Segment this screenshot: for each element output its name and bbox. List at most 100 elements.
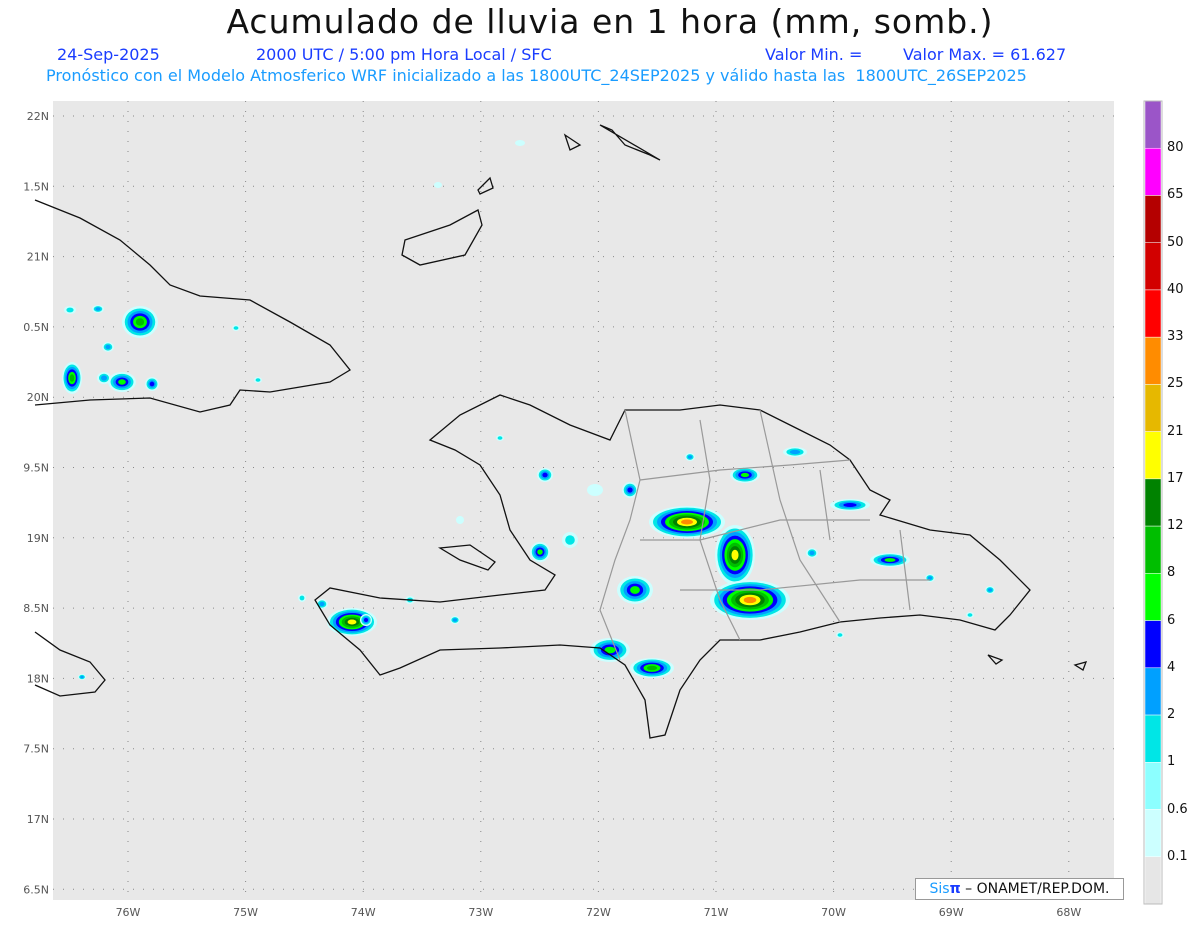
rain-contour [101,375,107,381]
lat-label: 21N [27,251,49,264]
max-value-label: Valor Max. = 61.627 [903,45,1067,64]
rain-contour [233,326,239,330]
lat-label: 0.5N [23,321,49,334]
colorbar-label: 2 [1167,707,1176,723]
time-label: 2000 UTC / 5:00 pm Hora Local / SFC [256,45,552,64]
colorbar-swatch [1144,289,1162,338]
lat-label: 8.5N [23,602,49,615]
min-value-label: Valor Min. = [765,45,863,64]
rain-contour [681,519,693,525]
colorbar-swatch [1144,856,1162,905]
colorbar-label: 0.6 [1167,801,1188,817]
rain-contour [542,472,548,478]
rainfall-map: 76W 75W 74W 73W 72W 71W 70W 69W 68W 22N 1.5N 21N 0.5… [23,100,1163,919]
rain-contour [884,558,896,562]
rain-contour [255,378,261,382]
lon-label: 68W [1056,906,1081,919]
rain-contour [843,503,857,507]
colorbar-swatch [1144,195,1162,243]
rain-contour [743,596,757,604]
colorbar-swatch [1144,336,1162,385]
colorbar-label: 80 [1167,140,1184,156]
rain-contour [319,601,325,607]
colorbar-swatch [1144,100,1162,149]
lon-label: 72W [586,906,611,919]
rain-contour [118,379,126,385]
rain-contour [967,613,973,617]
colorbar-label: 12 [1167,518,1184,534]
rain-contour [69,374,75,382]
colorbar-swatch [1144,147,1162,196]
lat-label: 7.5N [23,743,49,756]
lon-label: 69W [939,906,964,919]
lon-label: 71W [704,906,729,919]
colorbar-label: 65 [1167,187,1184,203]
rain-contour [66,307,74,313]
colorbar-swatch [1144,809,1162,858]
credit-org: – ONAMET/REP.DOM. [965,881,1110,897]
map-title: Acumulado de lluvia en 1 hora (mm, somb.… [226,2,994,41]
colorbar-label: 21 [1167,423,1184,439]
rain-contour [927,576,933,580]
rain-contour [434,182,442,188]
colorbar-swatch [1144,620,1162,669]
rain-contour [630,586,640,594]
lon-label: 76W [116,906,141,919]
lon-label: 74W [351,906,376,919]
rain-contour [515,140,525,146]
rain-contour [135,318,145,326]
colorbar-label: 25 [1167,376,1184,392]
colorbar-label: 8 [1167,565,1176,581]
map-background [53,101,1114,900]
colorbar-swatch [1144,667,1162,716]
model-info-line: Pronóstico con el Modelo Atmosferico WRF… [46,66,1027,85]
rain-contour [987,588,993,592]
colorbar-label: 33 [1167,329,1184,345]
credit-box: Sisπ – ONAMET/REP.DOM. [915,878,1124,900]
credit-sis: Sis [929,881,950,897]
lat-label: 9.5N [23,462,49,475]
colorbar-swatch [1144,384,1162,432]
lat-label: 19N [27,532,49,545]
lon-label: 73W [468,906,493,919]
date-label: 24-Sep-2025 [57,45,160,64]
lat-label: 20N [27,391,49,404]
colorbar-swatch [1144,242,1162,291]
rain-contour [95,307,101,311]
colorbar-swatch [1144,525,1162,574]
lat-label: 6.5N [23,883,49,896]
rain-contour [456,516,464,524]
colorbar-label: 17 [1167,470,1184,486]
rain-contour [80,675,84,679]
credit-pi: π [949,881,961,897]
rain-contour [452,618,458,622]
colorbar-swatch [1144,478,1162,527]
rain-contour [565,535,575,545]
rain-contour [347,619,357,625]
colorbar-label: 50 [1167,234,1184,250]
colorbar-label: 0.1 [1167,848,1188,864]
colorbar [1143,100,1163,905]
colorbar-swatch [1144,714,1162,763]
rain-contour [789,449,801,455]
colorbar-label: 4 [1167,659,1176,675]
lon-label: 70W [821,906,846,919]
colorbar-swatch [1144,762,1162,810]
rain-contour [646,665,658,671]
rain-contour [687,455,693,459]
colorbar-swatch [1144,573,1162,621]
rain-contour [627,487,633,493]
rain-contour [587,484,603,496]
rain-contour [105,344,111,350]
lat-label: 1.5N [23,180,49,193]
rain-contour [364,618,368,622]
rain-contour [497,436,503,440]
lat-label: 22N [27,110,49,123]
colorbar-label: 1 [1167,754,1176,770]
colorbar-label: 40 [1167,281,1184,297]
rain-contour [809,550,815,556]
rain-contour [740,472,750,478]
rain-contour [149,381,155,387]
rain-contour [299,595,305,601]
lat-label: 17N [27,813,49,826]
